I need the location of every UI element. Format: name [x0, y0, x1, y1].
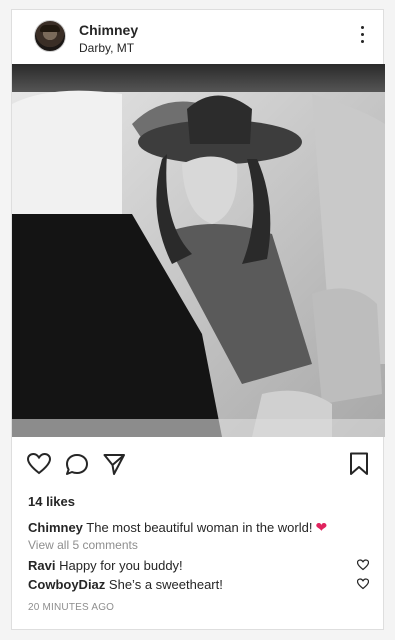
- comment-row: Ravi Happy for you buddy!: [28, 558, 348, 573]
- bookmark-icon[interactable]: [349, 452, 369, 476]
- post-header: Chimney Darby, MT: [12, 10, 383, 64]
- caption-username[interactable]: Chimney: [28, 520, 83, 535]
- comment-text: She’s a sweetheart!: [108, 577, 223, 592]
- likes-count[interactable]: 14 likes: [28, 494, 75, 509]
- share-icon[interactable]: [103, 453, 126, 475]
- heart-emoji: ❤: [315, 519, 328, 535]
- comment-like-heart-icon[interactable]: [357, 559, 369, 571]
- avatar[interactable]: [34, 20, 66, 52]
- post-caption: Chimney The most beautiful woman in the …: [28, 519, 373, 536]
- comment-icon[interactable]: [65, 453, 89, 476]
- comment-username[interactable]: CowboyDiaz: [28, 577, 105, 592]
- view-all-comments-link[interactable]: View all 5 comments: [28, 538, 138, 552]
- post-actions: [12, 451, 383, 481]
- comment-row: CowboyDiaz She’s a sweetheart!: [28, 577, 348, 592]
- post-location[interactable]: Darby, MT: [79, 41, 134, 55]
- caption-text: The most beautiful woman in the world!: [86, 520, 313, 535]
- more-options-icon[interactable]: [357, 26, 367, 48]
- post-timestamp: 20 MINUTES AGO: [28, 602, 115, 613]
- post-photo[interactable]: [12, 64, 385, 437]
- heart-icon[interactable]: [27, 453, 51, 475]
- comment-username[interactable]: Ravi: [28, 558, 55, 573]
- post-username[interactable]: Chimney: [79, 22, 138, 38]
- post-card: Chimney Darby, MT 14 likes Chimney The m…: [11, 9, 385, 630]
- comment-like-heart-icon[interactable]: [357, 578, 369, 590]
- photo-illustration: [12, 64, 385, 437]
- comment-text: Happy for you buddy!: [59, 558, 183, 573]
